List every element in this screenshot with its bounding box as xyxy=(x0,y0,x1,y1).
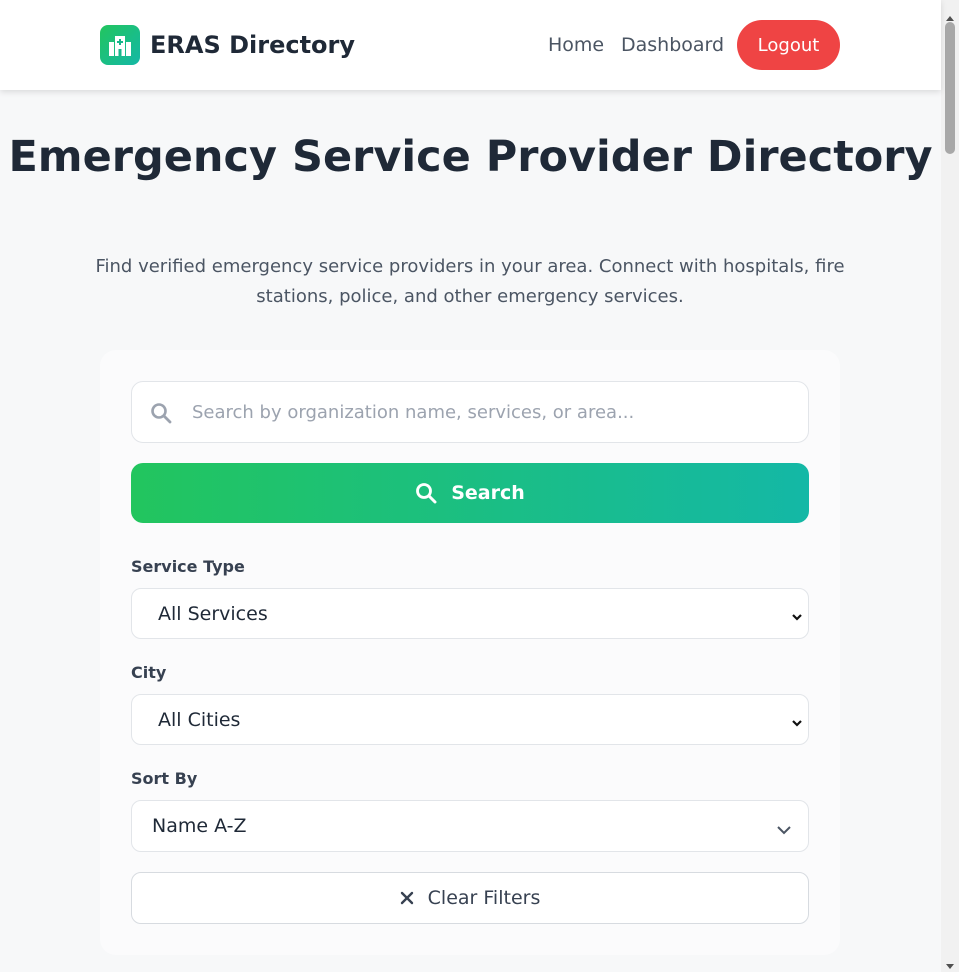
search-icon xyxy=(150,402,172,428)
nav-dashboard-link[interactable]: Dashboard xyxy=(621,34,724,56)
city-label: City xyxy=(131,663,167,682)
sort-by-label: Sort By xyxy=(131,769,198,788)
service-type-label: Service Type xyxy=(131,557,245,576)
logout-button[interactable]: Logout xyxy=(737,20,840,70)
service-type-value: All Services xyxy=(158,603,268,625)
search-box[interactable] xyxy=(131,381,809,443)
chevron-down-icon xyxy=(791,608,803,627)
page-title: Emergency Service Provider Directory xyxy=(8,132,933,182)
chevron-down-icon xyxy=(791,714,803,733)
close-icon xyxy=(400,891,414,905)
hospital-icon xyxy=(100,25,140,65)
city-select[interactable]: All Cities xyxy=(131,694,809,745)
clear-filters-label: Clear Filters xyxy=(427,887,541,909)
scrollbar-thumb[interactable] xyxy=(945,22,955,154)
brand-name: ERAS Directory xyxy=(150,31,356,59)
scrollbar[interactable] xyxy=(941,0,959,972)
search-button-label: Search xyxy=(451,482,525,504)
sort-by-select[interactable]: Name A-Z xyxy=(131,800,809,852)
chevron-down-icon xyxy=(776,821,792,840)
service-type-select[interactable]: All Services xyxy=(131,588,809,639)
page-subtitle: Find verified emergency service provider… xyxy=(95,256,845,307)
sort-by-value: Name A-Z xyxy=(152,815,247,837)
scroll-down-arrow-icon[interactable] xyxy=(945,956,955,972)
navbar: ERAS Directory Home Dashboard Logout xyxy=(0,0,941,90)
search-button[interactable]: Search xyxy=(131,463,809,523)
search-input[interactable] xyxy=(192,392,792,432)
brand[interactable]: ERAS Directory xyxy=(100,25,355,65)
nav-home-link[interactable]: Home xyxy=(548,34,604,56)
city-value: All Cities xyxy=(158,709,241,731)
clear-filters-button[interactable]: Clear Filters xyxy=(131,872,809,924)
search-icon xyxy=(415,482,437,504)
